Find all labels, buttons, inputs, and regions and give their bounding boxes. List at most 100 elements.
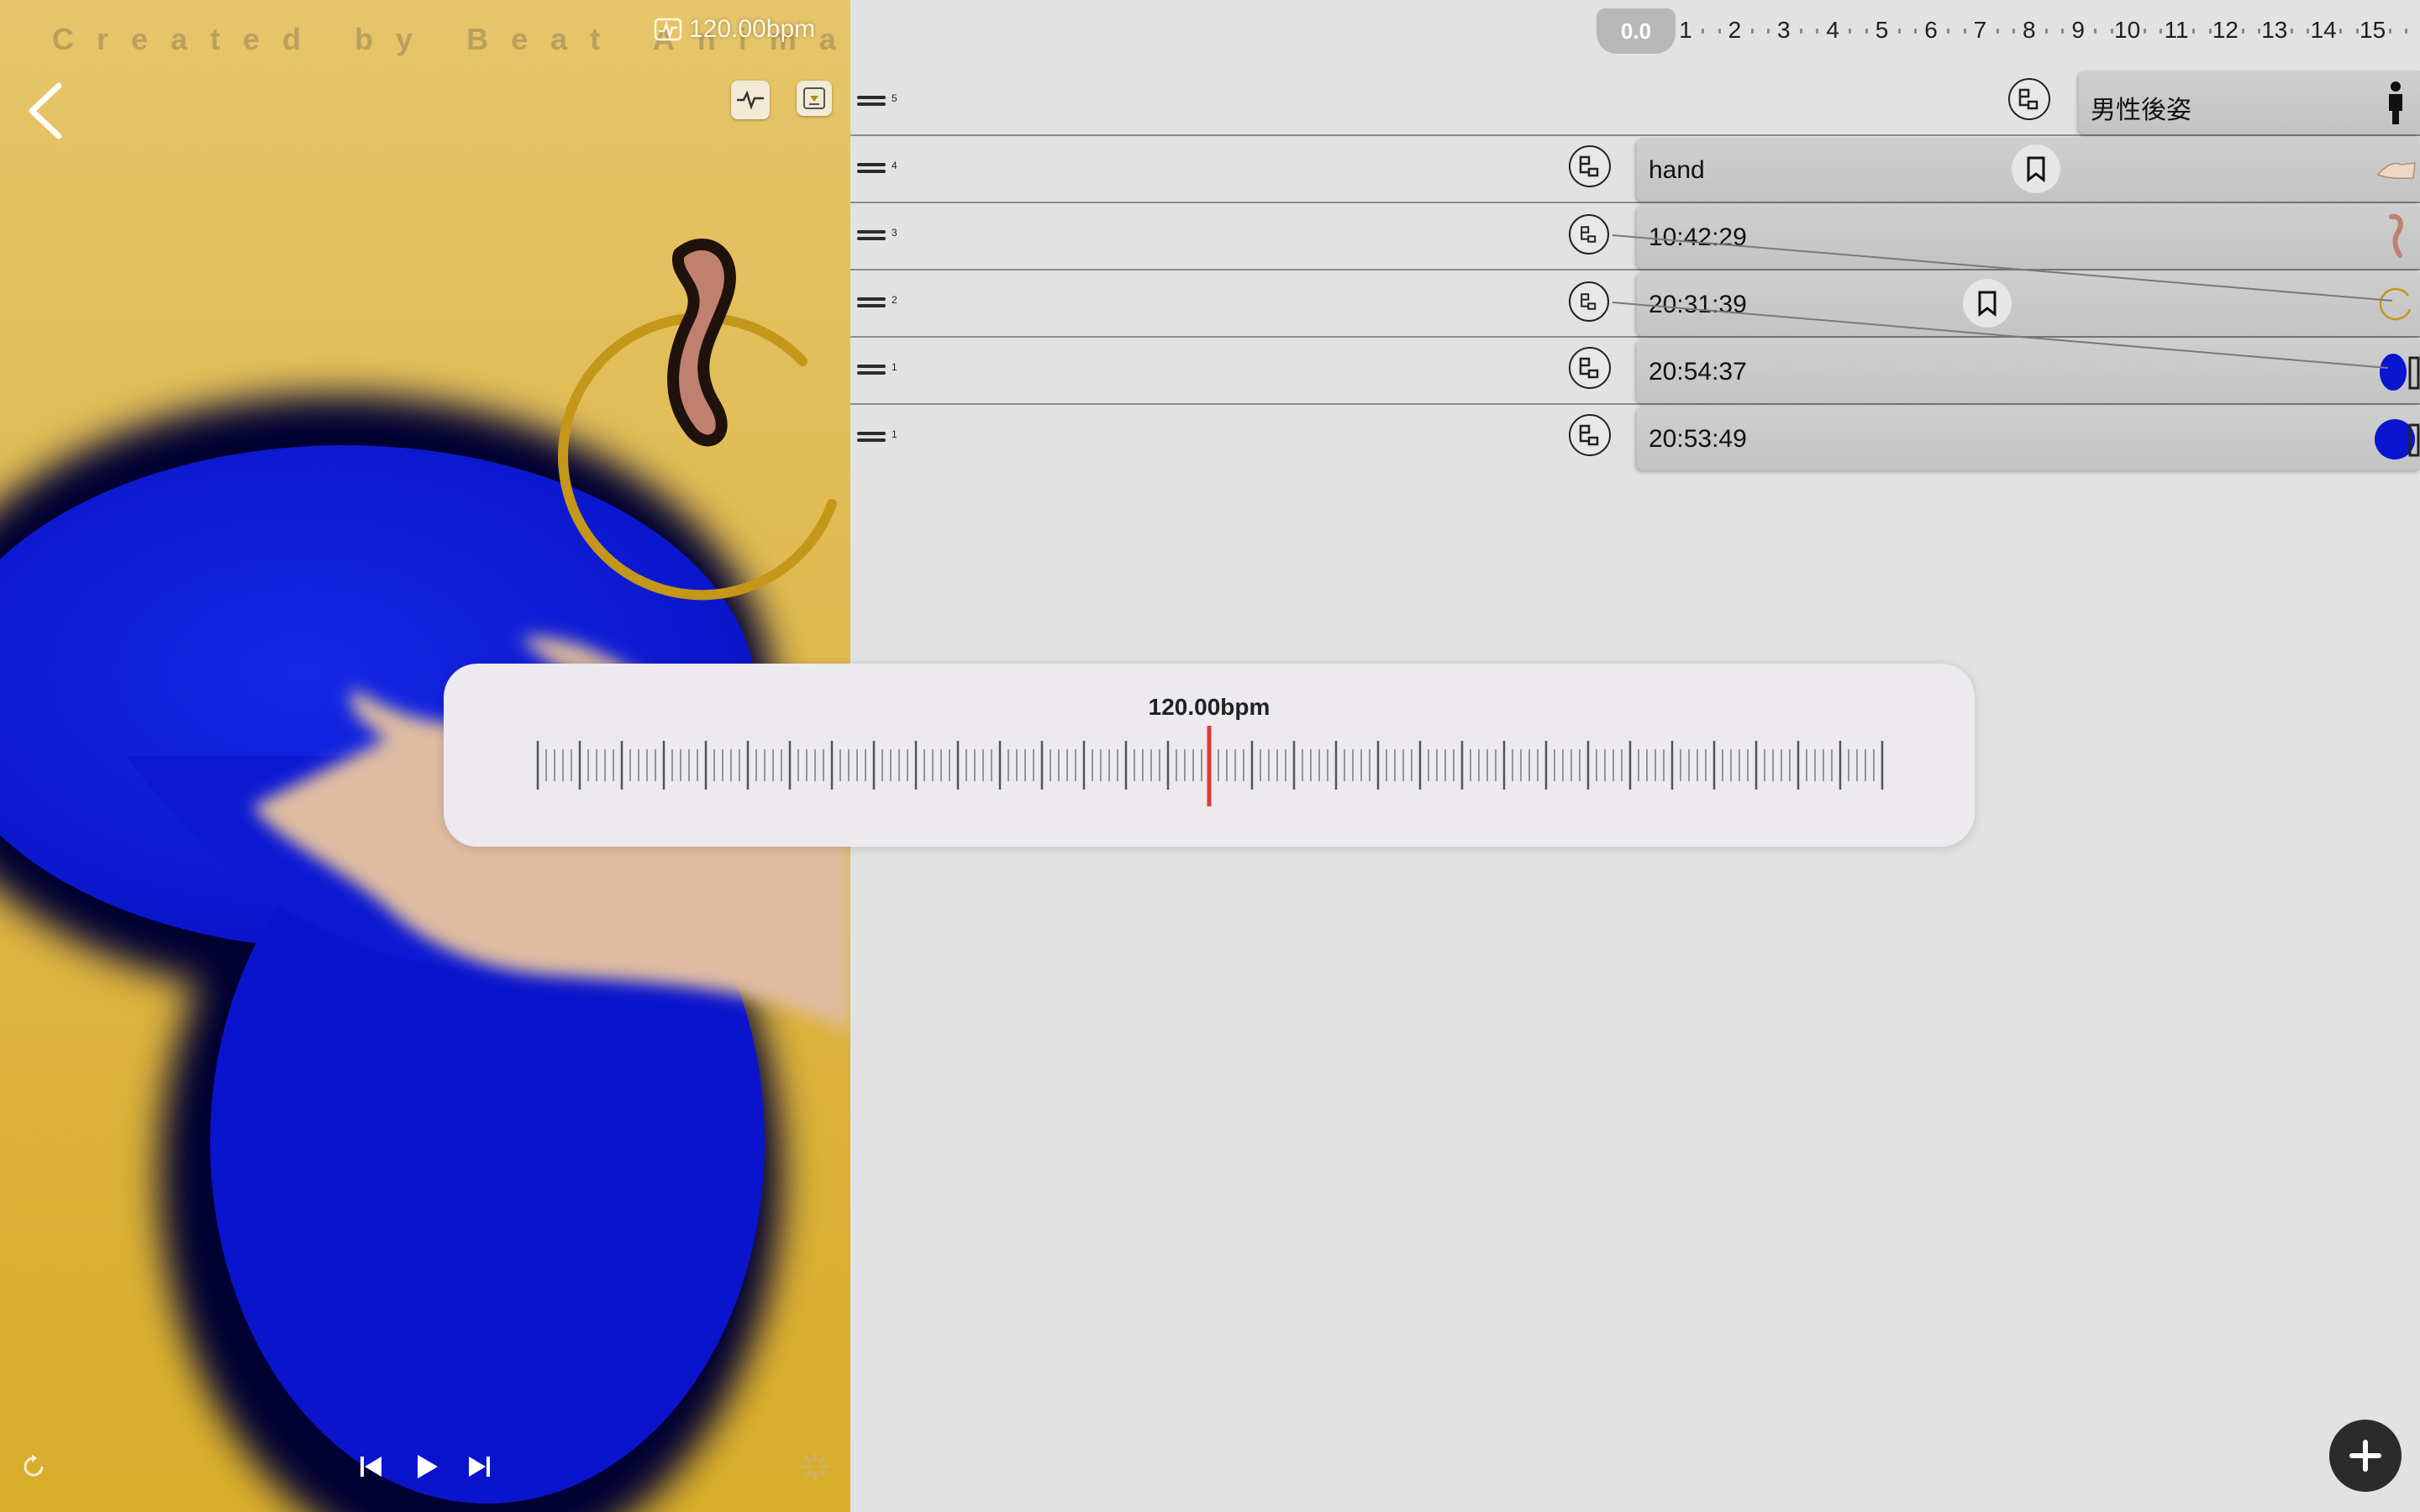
- oval-thumb: [2380, 354, 2420, 391]
- layer-clip[interactable]: 男性後姿: [2079, 71, 2420, 134]
- layer-row[interactable]: 5 男性後姿: [850, 67, 2420, 136]
- ruler-tick: [2160, 29, 2163, 34]
- layer-clip[interactable]: hand: [1637, 138, 2420, 202]
- ruler-number: 8: [2023, 17, 2036, 43]
- play-icon: [418, 1455, 438, 1478]
- ruler-number: 9: [2071, 17, 2085, 43]
- drag-handle[interactable]: [857, 297, 886, 309]
- layer-type-icon[interactable]: [2008, 78, 2050, 120]
- layer-clip[interactable]: 20:54:37: [1637, 339, 2420, 403]
- add-layer-button[interactable]: [2329, 1420, 2402, 1492]
- export-button[interactable]: [797, 81, 832, 116]
- ruler-tick: [1718, 29, 1721, 34]
- bookmark-icon: [2027, 156, 2045, 182]
- ruler-number: 3: [1777, 17, 1791, 43]
- ruler-number: 10: [2114, 17, 2141, 43]
- loop-button[interactable]: [18, 1452, 49, 1482]
- layer-row[interactable]: 2 20:31:39: [850, 269, 2420, 338]
- ruler-tick: [2405, 29, 2408, 34]
- ruler-tick: [1800, 29, 1803, 34]
- layer-clip[interactable]: 20:53:49: [1637, 407, 2420, 470]
- ruler-tick: [2208, 29, 2212, 34]
- drag-handle[interactable]: [857, 432, 886, 444]
- bpm-dial-scale[interactable]: [444, 664, 1975, 847]
- circle-thumb: [2375, 419, 2420, 459]
- ruler-tick: [1702, 29, 1705, 34]
- skip-forward-icon: [469, 1457, 490, 1477]
- layer-row[interactable]: 1 20:54:37: [850, 336, 2420, 405]
- waveform-box-icon: [654, 18, 682, 41]
- layer-row[interactable]: 1 20:53:49: [850, 403, 2420, 470]
- waveform-icon: [737, 90, 764, 110]
- ruler-tick: [2012, 29, 2015, 34]
- bpm-badge[interactable]: 120.00bpm: [654, 15, 815, 44]
- layer-type-icon[interactable]: [1569, 145, 1611, 187]
- ruler-tick: [2241, 29, 2244, 34]
- sparkle-icon: [801, 1452, 829, 1481]
- ruler-tick: [2143, 29, 2146, 34]
- layer-index: 1: [892, 361, 897, 373]
- bookmark-button[interactable]: [1963, 279, 2012, 328]
- ruler-tick: [2192, 29, 2196, 34]
- ruler-tick: [1766, 29, 1770, 34]
- drag-handle[interactable]: [857, 365, 886, 376]
- skip-back-button[interactable]: [356, 1452, 387, 1482]
- layer-type-icon[interactable]: [1569, 281, 1609, 322]
- layer-row[interactable]: 3 10:42:29: [850, 202, 2420, 270]
- ruler-tick: [1750, 29, 1754, 34]
- ruler-tick: [1947, 29, 1950, 34]
- ruler-tick: [2045, 29, 2049, 34]
- playhead[interactable]: 0.0: [1597, 8, 1676, 54]
- drag-handle[interactable]: [857, 230, 886, 242]
- play-button[interactable]: [412, 1452, 442, 1482]
- back-button[interactable]: [22, 81, 69, 141]
- ruler-tick: [2388, 29, 2391, 34]
- timeline-ruler[interactable]: 0.0 1 2 3 4 5 6 7 8 9 10 11 12 13 14 15: [850, 0, 2420, 67]
- layer-type-icon[interactable]: [1569, 214, 1609, 255]
- ring-thumb: [2379, 287, 2412, 321]
- ruler-tick: [1816, 29, 1819, 34]
- layer-clip[interactable]: 10:42:29: [1637, 205, 2420, 269]
- hand-thumb: [2376, 162, 2416, 180]
- skip-forward-button[interactable]: [464, 1452, 494, 1482]
- layer-clip[interactable]: 20:31:39: [1637, 272, 2420, 336]
- layer-row[interactable]: 4 hand: [850, 134, 2420, 203]
- clip-label: 20:31:39: [1649, 291, 1747, 318]
- skip-back-icon: [360, 1457, 381, 1477]
- bookmark-button[interactable]: [2012, 144, 2060, 193]
- clip-label: 男性後姿: [2091, 97, 2191, 124]
- ruler-tick: [1996, 29, 1999, 34]
- download-box-icon: [803, 87, 825, 109]
- settings-button[interactable]: [800, 1452, 830, 1482]
- layer-type-icon[interactable]: [1569, 347, 1611, 389]
- plus-icon: [2349, 1440, 2381, 1472]
- ruler-number: 14: [2310, 17, 2337, 43]
- layer-index: 2: [892, 294, 897, 306]
- ruler-tick: [2291, 29, 2294, 34]
- drag-handle[interactable]: [857, 163, 886, 175]
- drag-handle[interactable]: [857, 96, 886, 108]
- ruler-number: 13: [2261, 17, 2288, 43]
- bpm-badge-label: 120.00bpm: [689, 15, 816, 43]
- layer-index: 5: [892, 92, 897, 104]
- bpm-dial-popup[interactable]: 120.00bpm: [444, 664, 1975, 847]
- person-thumb: [2389, 81, 2402, 124]
- ruler-tick: [1865, 29, 1868, 34]
- ruler-tick: [2094, 29, 2097, 34]
- bookmark-icon: [1978, 291, 1996, 317]
- waveform-button[interactable]: [731, 81, 770, 119]
- layer-index: 3: [892, 227, 897, 239]
- clip-label: hand: [1649, 156, 1705, 184]
- ruler-tick: [1849, 29, 1852, 34]
- playhead-label: 0.0: [1620, 18, 1652, 44]
- ruler-number: 4: [1826, 17, 1839, 43]
- brown-worm: [667, 239, 736, 447]
- clip-label: 20:54:37: [1649, 358, 1747, 386]
- layer-index: 4: [892, 160, 897, 171]
- layer-type-icon[interactable]: [1569, 414, 1611, 456]
- ruler-number: 2: [1728, 17, 1742, 43]
- ruler-number: 6: [1924, 17, 1938, 43]
- ruler-number: 12: [2212, 17, 2238, 43]
- ruler-number: 7: [1973, 17, 1987, 43]
- ruler-tick: [2110, 29, 2113, 34]
